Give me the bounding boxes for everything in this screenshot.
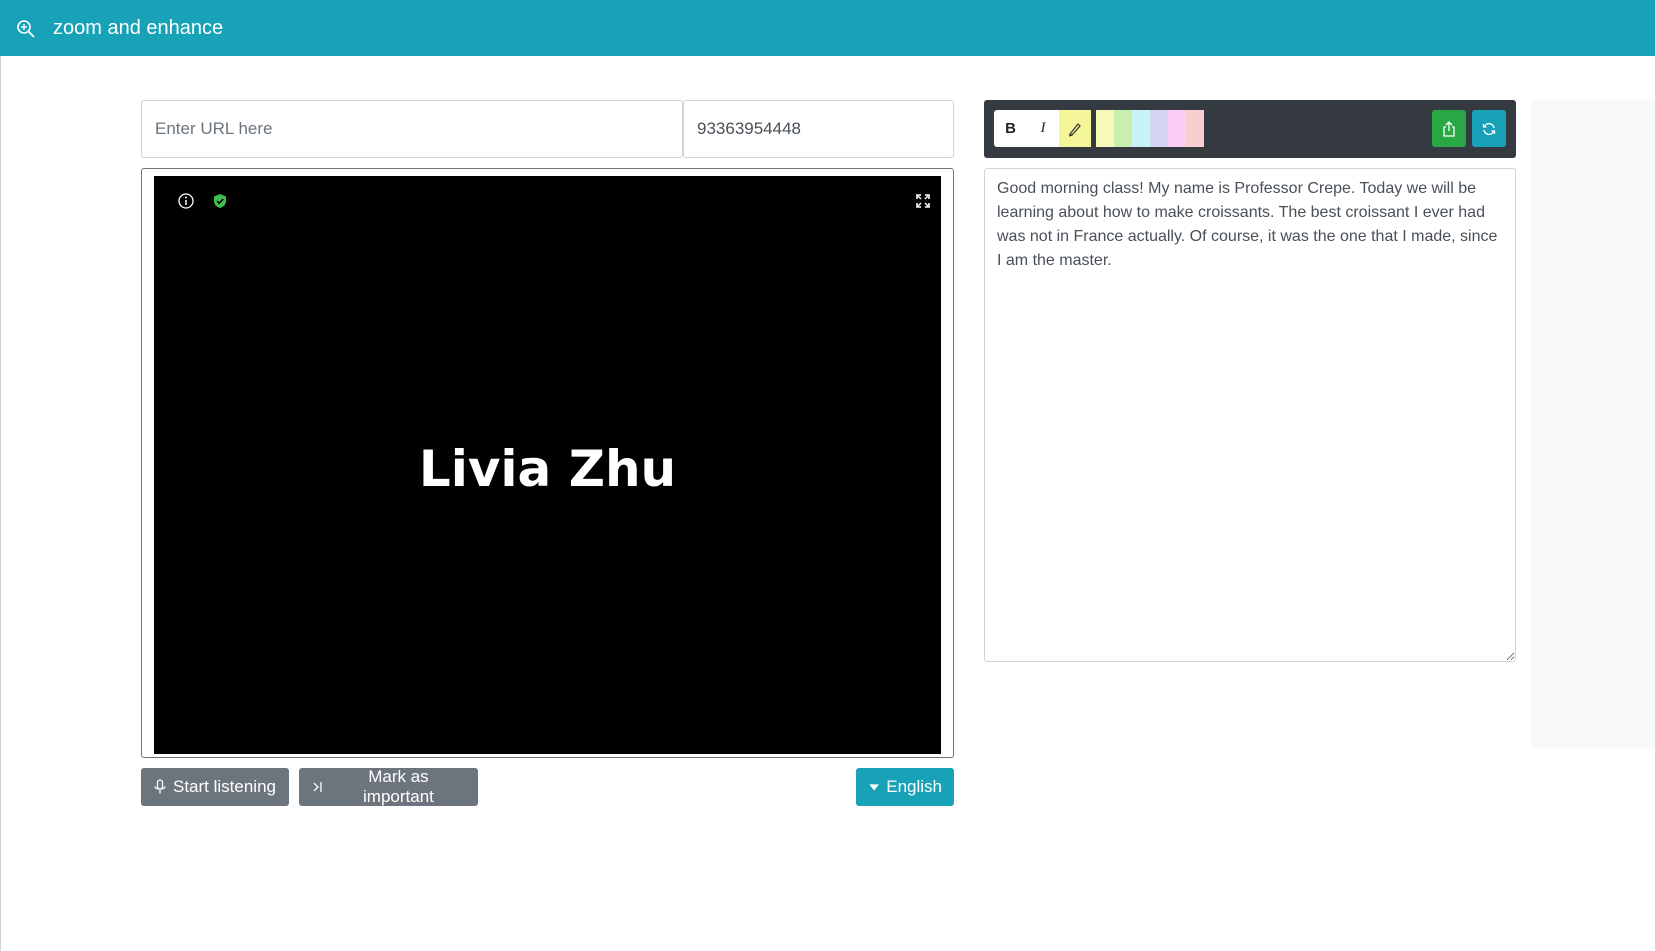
skip-forward-icon [313,782,322,792]
export-button[interactable] [1432,110,1466,147]
swatch-yellow[interactable] [1096,110,1114,147]
mark-important-button[interactable]: Mark as important [299,767,478,806]
highlight-button[interactable] [1059,110,1091,147]
format-button-group: B I [994,110,1204,147]
url-input[interactable] [141,100,683,158]
notes-toolbar: B I [984,100,1516,158]
left-divider [0,56,1,951]
video-frame: Livia Zhu [141,168,954,758]
highlighter-icon [1068,122,1081,137]
participant-name: Livia Zhu [418,440,677,498]
refresh-icon [1482,122,1496,135]
mark-important-label: Mark as important [363,767,434,806]
swatch-green[interactable] [1114,110,1132,147]
bold-button[interactable]: B [994,110,1027,147]
language-label: English [886,777,942,796]
swatch-red[interactable] [1186,110,1204,147]
fullscreen-icon[interactable] [914,192,932,210]
video-screen[interactable]: Livia Zhu [154,176,941,754]
top-navbar: zoom and enhance [0,0,1655,56]
app-title[interactable]: zoom and enhance [53,16,223,40]
swatch-pink[interactable] [1168,110,1186,147]
italic-button[interactable]: I [1027,110,1059,147]
start-listening-button[interactable]: Start listening [141,768,289,806]
swatch-cyan[interactable] [1132,110,1150,147]
meeting-id-input[interactable] [683,100,954,158]
swatch-lavender[interactable] [1150,110,1168,147]
microphone-icon [154,779,166,794]
share-icon [1443,120,1455,137]
start-listening-label: Start listening [173,777,276,796]
info-icon[interactable] [177,192,195,210]
side-panel [1531,100,1655,748]
caret-down-icon [869,784,879,791]
notes-textarea[interactable]: Good morning class! My name is Professor… [984,168,1516,662]
language-dropdown-button[interactable]: English [856,768,954,806]
shield-check-icon[interactable] [211,192,229,210]
refresh-button[interactable] [1472,110,1506,147]
zoom-in-icon[interactable] [16,19,36,39]
